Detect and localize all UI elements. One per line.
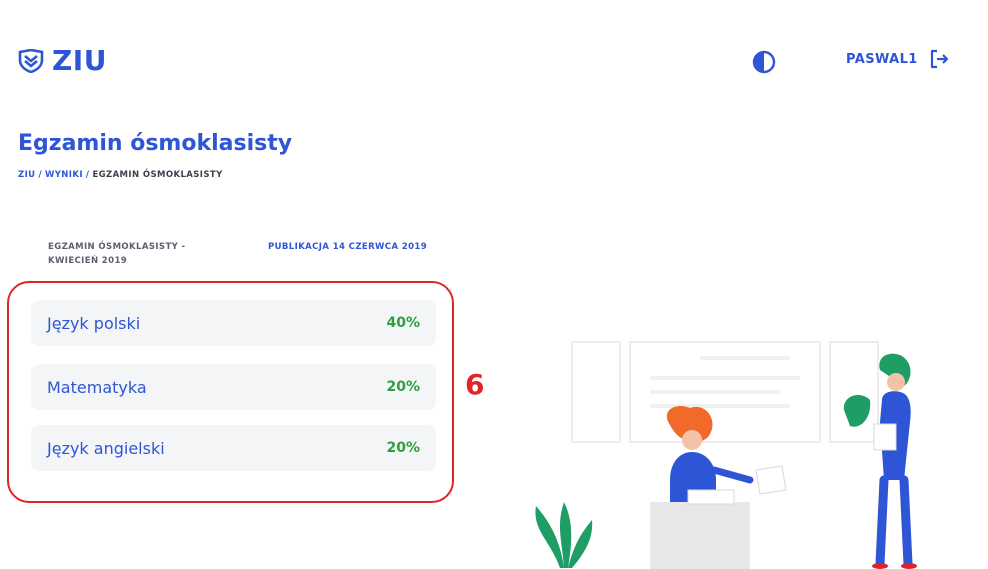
contrast-icon (752, 50, 776, 74)
annotation-number: 6 (465, 368, 485, 401)
breadcrumb-separator: / (38, 170, 42, 180)
logout-icon (930, 49, 948, 69)
exam-illustration-image (535, 341, 917, 569)
exam-name: EGZAMIN ÓSMOKLASISTY - KWIECIEŃ 2019 (48, 242, 186, 266)
breadcrumb-link-wyniki[interactable]: WYNIKI (45, 170, 83, 180)
logo-text: ZIU (52, 44, 107, 77)
publication-date: PUBLIKACJA 14 CZERWCA 2019 (268, 242, 428, 252)
breadcrumb-link-ziu[interactable]: ZIU (18, 170, 35, 180)
username: PASWAL1 (846, 51, 918, 67)
breadcrumb-current: EGZAMIN ÓSMOKLASISTY (92, 170, 223, 180)
logo[interactable]: ZIU (18, 44, 107, 77)
user-logout-button[interactable]: PASWAL1 (846, 48, 950, 70)
breadcrumb-separator: / (85, 170, 90, 180)
contrast-toggle-button[interactable] (752, 50, 776, 74)
breadcrumb: ZIU / WYNIKI / EGZAMIN ÓSMOKLASISTY (18, 170, 223, 180)
ziu-logo-icon (18, 48, 44, 73)
page-title: Egzamin ósmoklasisty (18, 131, 293, 156)
annotation-highlight-box (7, 281, 454, 503)
